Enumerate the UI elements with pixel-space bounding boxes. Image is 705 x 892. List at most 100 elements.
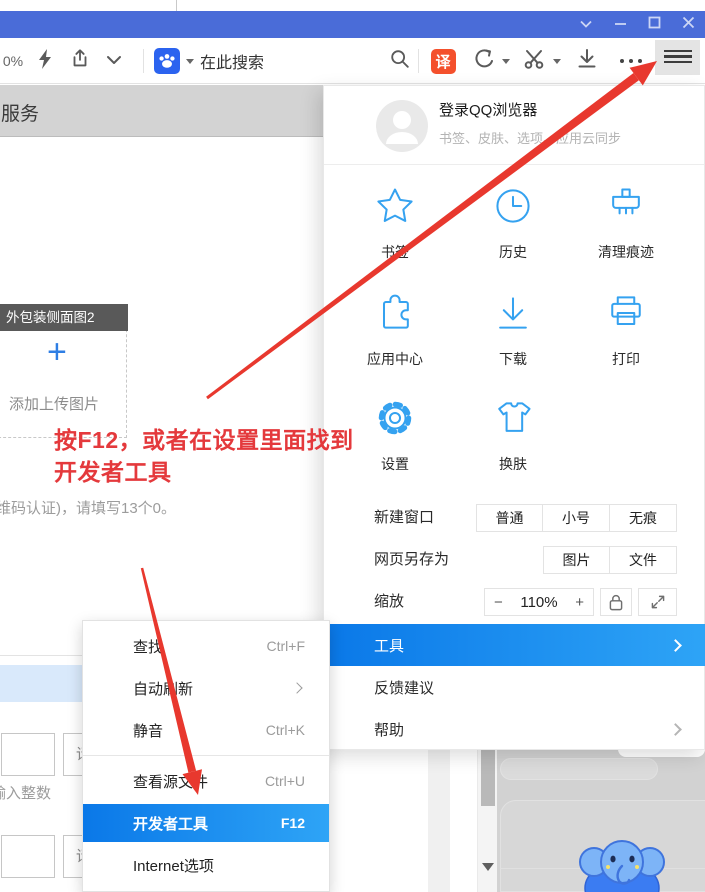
download-icon	[491, 291, 535, 335]
main-menu-panel: 登录QQ浏览器 书签、皮肤、选项、应用云同步 书签 历史 清理痕迹 应用中心	[323, 85, 705, 750]
context-item-label: Internet选项	[133, 855, 329, 876]
menu-grid-app-center[interactable]: 应用中心	[334, 291, 456, 369]
page-input-field[interactable]	[1, 733, 55, 776]
page-scrollbar[interactable]	[477, 745, 497, 892]
toolbar-divider	[143, 49, 144, 73]
fullscreen-button[interactable]	[638, 588, 677, 616]
menu-grid-downloads[interactable]: 下载	[452, 291, 574, 369]
zoom-in-button[interactable]: +	[575, 594, 584, 611]
main-menu-button[interactable]	[655, 40, 700, 75]
toolbar-expand-button[interactable]	[100, 38, 128, 84]
zoom-value: 110%	[520, 594, 557, 611]
tools-label: 工具	[374, 635, 671, 656]
menu-grid-history[interactable]: 历史	[452, 184, 574, 262]
share-button[interactable]	[65, 38, 95, 84]
zoom-control: − 110% +	[484, 588, 594, 616]
undo-caret[interactable]	[500, 38, 512, 84]
browser-toolbar: 0% 在此搜索 译	[0, 38, 705, 84]
new-window-incognito-button[interactable]: 无痕	[610, 504, 677, 532]
search-engine-button[interactable]	[152, 38, 182, 84]
placeholder-pill	[500, 758, 658, 780]
grid-item-label: 书签	[334, 242, 456, 262]
add-upload-image-label: 添加上传图片	[9, 393, 99, 414]
download-icon	[575, 47, 599, 76]
clipped-label: 请	[63, 835, 82, 878]
help-label: 帮助	[374, 719, 671, 740]
collapse-window-button[interactable]	[569, 11, 603, 38]
menu-item-tools[interactable]: 工具	[324, 624, 705, 666]
new-window-small-button[interactable]: 小号	[543, 504, 610, 532]
scrollbar-down-arrow-icon[interactable]	[482, 863, 494, 871]
caret-down-icon	[553, 59, 561, 64]
browser-window: 0% 在此搜索 译	[0, 0, 705, 892]
baidu-paw-icon	[154, 48, 180, 74]
login-title[interactable]: 登录QQ浏览器	[439, 99, 537, 120]
zoom-out-button[interactable]: −	[494, 594, 503, 611]
zoom-lock-button[interactable]	[600, 588, 632, 616]
puzzle-icon	[373, 291, 417, 335]
toolbar-divider	[418, 49, 419, 73]
search-input[interactable]: 在此搜索	[200, 38, 280, 84]
annotation-text-line1: 按F12，或者在设置里面找到	[54, 421, 354, 455]
annotation-text-line2: 开发者工具	[54, 453, 172, 487]
context-item-view-source[interactable]: 查看源文件 Ctrl+U	[83, 760, 329, 802]
context-item-mute[interactable]: 静音 Ctrl+K	[83, 709, 329, 751]
shortcut-text: Ctrl+U	[265, 773, 305, 789]
upload-field-tag: 外包装侧面图2	[0, 304, 128, 331]
translate-button[interactable]: 译	[428, 38, 458, 84]
page-column-strip	[428, 750, 450, 892]
page-input-field[interactable]	[1, 835, 55, 878]
menu-item-help[interactable]: 帮助	[324, 708, 705, 750]
undo-button[interactable]	[468, 38, 500, 84]
window-edge-divider	[176, 0, 177, 11]
close-button[interactable]	[671, 11, 705, 38]
context-item-label: 查看源文件	[133, 771, 265, 792]
downloads-button[interactable]	[570, 38, 604, 84]
menu-item-feedback[interactable]: 反馈建议	[324, 666, 705, 708]
clip-button[interactable]	[518, 38, 550, 84]
service-header-text: 服务	[1, 99, 39, 126]
gear-icon	[373, 396, 417, 440]
more-button[interactable]	[614, 38, 648, 84]
menu-grid-print[interactable]: 打印	[565, 291, 687, 369]
minimize-button[interactable]	[603, 11, 637, 38]
context-item-developer-tools[interactable]: 开发者工具 F12	[83, 804, 329, 842]
star-icon	[373, 184, 417, 228]
add-image-plus-icon[interactable]: +	[47, 333, 67, 372]
grid-item-label: 清理痕迹	[565, 242, 687, 262]
menu-grid-clear-traces[interactable]: 清理痕迹	[565, 184, 687, 262]
login-subtitle: 书签、皮肤、选项、应用云同步	[439, 128, 621, 147]
avatar[interactable]	[376, 100, 428, 152]
page-divider	[0, 655, 82, 656]
new-window-label: 新建窗口	[374, 504, 434, 532]
menu-grid-bookmarks[interactable]: 书签	[334, 184, 456, 262]
find-in-page-button[interactable]	[384, 38, 416, 84]
context-menu-divider	[83, 755, 329, 756]
caret-down-icon	[186, 59, 194, 64]
chevron-down-icon	[106, 52, 122, 70]
save-as-file-button[interactable]: 文件	[610, 546, 677, 574]
shortcut-text: Ctrl+F	[267, 638, 306, 654]
chevron-right-icon	[669, 723, 682, 736]
speed-mode-button[interactable]	[32, 38, 58, 84]
search-engine-caret[interactable]	[184, 38, 196, 84]
context-item-label: 查找	[133, 636, 267, 657]
context-item-find[interactable]: 查找 Ctrl+F	[83, 625, 329, 667]
save-as-options: 图片 文件	[543, 546, 677, 574]
maximize-button[interactable]	[637, 11, 671, 38]
grid-item-label: 设置	[334, 454, 456, 474]
context-item-auto-refresh[interactable]: 自动刷新	[83, 667, 329, 709]
new-window-normal-button[interactable]: 普通	[476, 504, 543, 532]
save-as-image-button[interactable]: 图片	[543, 546, 610, 574]
scrollbar-thumb[interactable]	[481, 750, 495, 806]
printer-icon	[604, 291, 648, 335]
grid-item-label: 换肤	[452, 454, 574, 474]
clock-icon	[491, 184, 535, 228]
browser-mascot[interactable]	[572, 836, 672, 892]
context-item-internet-options[interactable]: Internet选项	[83, 844, 329, 886]
clip-caret[interactable]	[551, 38, 563, 84]
scissors-icon	[522, 47, 546, 76]
maximize-icon	[648, 16, 661, 34]
lightning-icon	[36, 48, 54, 75]
menu-grid-change-skin[interactable]: 换肤	[452, 396, 574, 474]
